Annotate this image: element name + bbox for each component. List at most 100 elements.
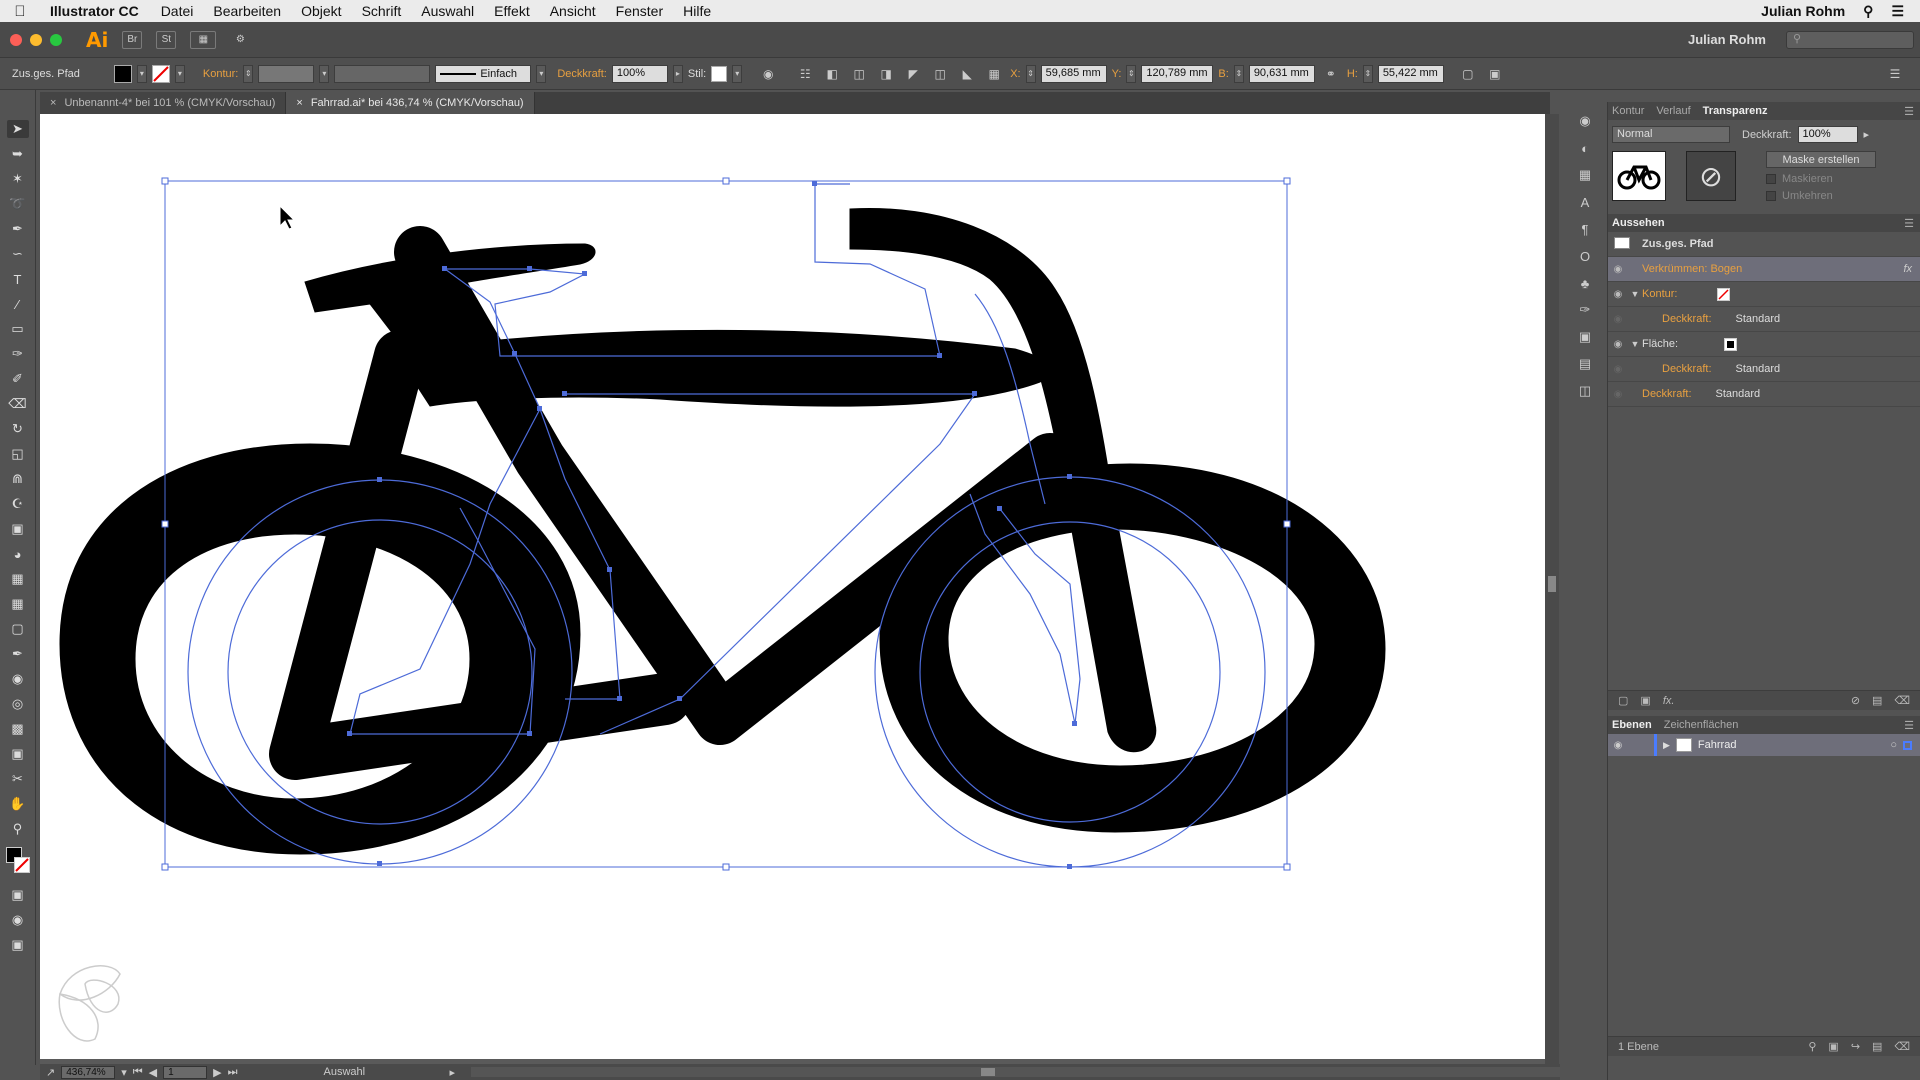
expand-triangle-icon[interactable]: ▼: [1628, 339, 1642, 349]
anchor-point[interactable]: [617, 696, 622, 701]
swatches-panel-icon[interactable]: ▦: [1575, 166, 1595, 184]
close-tab-icon[interactable]: ×: [50, 97, 56, 109]
hand-tool-icon[interactable]: ✋: [7, 795, 29, 813]
pen-tool-icon[interactable]: ✒: [7, 220, 29, 238]
bicycle-shape[interactable]: [59, 207, 1386, 855]
stroke-dropdown[interactable]: ▾: [174, 64, 185, 83]
artboard[interactable]: [40, 114, 1545, 1059]
anchor-point[interactable]: [562, 391, 567, 396]
layer-expand-icon[interactable]: ▶: [1663, 740, 1670, 751]
selection-tool-icon[interactable]: ➤: [6, 120, 29, 138]
stroke-weight-stepper[interactable]: ⇕: [243, 64, 254, 83]
brush-definition-dropdown[interactable]: ▾: [536, 64, 547, 83]
new-layer-icon[interactable]: ▤: [1872, 1040, 1882, 1053]
stroke-opacity-link[interactable]: Deckkraft:: [1662, 313, 1712, 325]
expand-triangle-icon[interactable]: ▼: [1628, 289, 1642, 299]
zoom-window-icon[interactable]: [50, 33, 62, 46]
status-menu-arrow-icon[interactable]: ▸: [450, 1066, 456, 1079]
close-window-icon[interactable]: [10, 33, 22, 46]
visibility-eye-icon[interactable]: ◉: [1608, 389, 1628, 400]
bridge-button[interactable]: Br: [122, 30, 143, 49]
vertical-scrollbar[interactable]: [1545, 114, 1559, 1064]
vertical-scroll-thumb[interactable]: [1548, 576, 1556, 592]
reference-point-icon[interactable]: ▦: [983, 65, 1005, 83]
height-stepper[interactable]: ⇕: [1362, 64, 1373, 83]
last-artboard-icon[interactable]: ⏭: [228, 1066, 238, 1079]
opacity-dropdown[interactable]: ▸: [672, 64, 683, 83]
panel-menu-icon[interactable]: ☰: [1904, 105, 1914, 118]
anchor-point[interactable]: [607, 567, 612, 572]
top-tube[interactable]: [394, 329, 1051, 407]
type-tool-icon[interactable]: T: [7, 270, 29, 288]
tab-verlauf[interactable]: Verlauf: [1656, 105, 1690, 117]
fill-opacity-link[interactable]: Deckkraft:: [1662, 363, 1712, 375]
layer-name[interactable]: Fahrrad: [1698, 739, 1737, 751]
blob-brush-tool-icon[interactable]: ✐: [7, 370, 29, 388]
eraser-tool-icon[interactable]: ⌫: [7, 395, 29, 413]
anchor-point[interactable]: [997, 506, 1002, 511]
zoom-tool-icon[interactable]: ⚲: [7, 820, 29, 838]
horizontal-scroll-thumb[interactable]: [981, 1068, 996, 1076]
stroke-none-swatch[interactable]: [1717, 287, 1731, 301]
clip-checkbox[interactable]: Maskieren: [1766, 173, 1876, 185]
resize-handle-top[interactable]: [722, 177, 730, 185]
layer-target-icon[interactable]: ○: [1890, 739, 1897, 751]
height-field[interactable]: 55,422 mm: [1377, 64, 1444, 83]
layer-visibility-eye-icon[interactable]: ◉: [1608, 740, 1628, 751]
appearance-stroke-row[interactable]: ◉ ▼ Kontur:: [1608, 282, 1920, 307]
anchor-point[interactable]: [582, 271, 587, 276]
spotlight-search-icon[interactable]: ⚲: [1863, 3, 1873, 20]
align-left-icon[interactable]: ◧: [821, 65, 843, 83]
tab-zeichenflaechen[interactable]: Zeichenflächen: [1664, 719, 1739, 731]
apple-icon[interactable]: : [0, 3, 40, 20]
fill-black-swatch[interactable]: [1724, 337, 1738, 351]
stroke-link[interactable]: Kontur:: [1642, 288, 1677, 300]
stroke-weight-dropdown[interactable]: ▾: [319, 64, 330, 83]
bicycle-artwork[interactable]: [40, 114, 1545, 1059]
tab-fahrrad[interactable]: × Fahrrad.ai* bei 436,74 % (CMYK/Vorscha…: [286, 92, 535, 114]
locate-object-icon[interactable]: ⚲: [1808, 1040, 1816, 1053]
notification-list-icon[interactable]: ☰: [1891, 3, 1904, 20]
resize-handle-bottom-right[interactable]: [1283, 863, 1291, 871]
menu-objekt[interactable]: Objekt: [291, 3, 351, 19]
object-thumbnail[interactable]: [1612, 151, 1666, 201]
lasso-tool-icon[interactable]: ➰: [7, 195, 29, 213]
menu-hilfe[interactable]: Hilfe: [673, 3, 721, 19]
scale-tool-icon[interactable]: ◱: [7, 445, 29, 463]
invert-mask-checkbox[interactable]: Umkehren: [1766, 190, 1876, 202]
color-mode-icon[interactable]: ▣: [7, 886, 29, 904]
warp-tool-icon[interactable]: ☪: [7, 495, 29, 513]
warp-effect-link[interactable]: Verkrümmen: Bogen: [1642, 263, 1742, 275]
anchor-point[interactable]: [1067, 474, 1072, 479]
add-stroke-icon[interactable]: ▢: [1618, 694, 1628, 707]
control-panel-menu-icon[interactable]: ☰: [1884, 65, 1906, 83]
screen-mode-icon[interactable]: ▣: [7, 936, 29, 954]
perspective-grid-tool-icon[interactable]: ▦: [7, 570, 29, 588]
opacity-field[interactable]: 100%: [611, 64, 668, 83]
menu-schrift[interactable]: Schrift: [352, 3, 412, 19]
current-tool-status[interactable]: Auswahl: [324, 1066, 444, 1078]
delete-layer-icon[interactable]: ⌫: [1894, 1040, 1910, 1053]
object-opacity-row[interactable]: ◉ Deckkraft: Standard: [1608, 382, 1920, 407]
blend-tool-icon[interactable]: ◉: [7, 670, 29, 688]
anchor-point[interactable]: [1072, 721, 1077, 726]
width-field[interactable]: 90,631 mm: [1248, 64, 1315, 83]
gradient-tool-icon[interactable]: ▢: [7, 620, 29, 638]
layers-menu-icon[interactable]: ☰: [1904, 719, 1914, 732]
column-graph-tool-icon[interactable]: ▩: [7, 720, 29, 738]
free-transform-tool-icon[interactable]: ▣: [7, 520, 29, 538]
width-stepper[interactable]: ⇕: [1233, 64, 1244, 83]
zoom-dropdown-icon[interactable]: ▾: [121, 1066, 127, 1079]
tab-ebenen[interactable]: Ebenen: [1612, 719, 1652, 731]
eyedropper-tool-icon[interactable]: ✒: [7, 645, 29, 663]
anchor-point[interactable]: [677, 696, 682, 701]
slice-tool-icon[interactable]: ✂: [7, 770, 29, 788]
brush-definition-select[interactable]: Einfach: [435, 64, 532, 83]
tab-kontur[interactable]: Kontur: [1612, 105, 1644, 117]
menu-effekt[interactable]: Effekt: [484, 3, 540, 19]
graphic-style-swatch[interactable]: [711, 65, 728, 82]
anchor-point[interactable]: [537, 406, 542, 411]
artboard-number-field[interactable]: 1: [163, 1065, 208, 1079]
mesh-tool-icon[interactable]: ▦: [7, 595, 29, 613]
fx-icon[interactable]: fx: [1903, 263, 1912, 275]
